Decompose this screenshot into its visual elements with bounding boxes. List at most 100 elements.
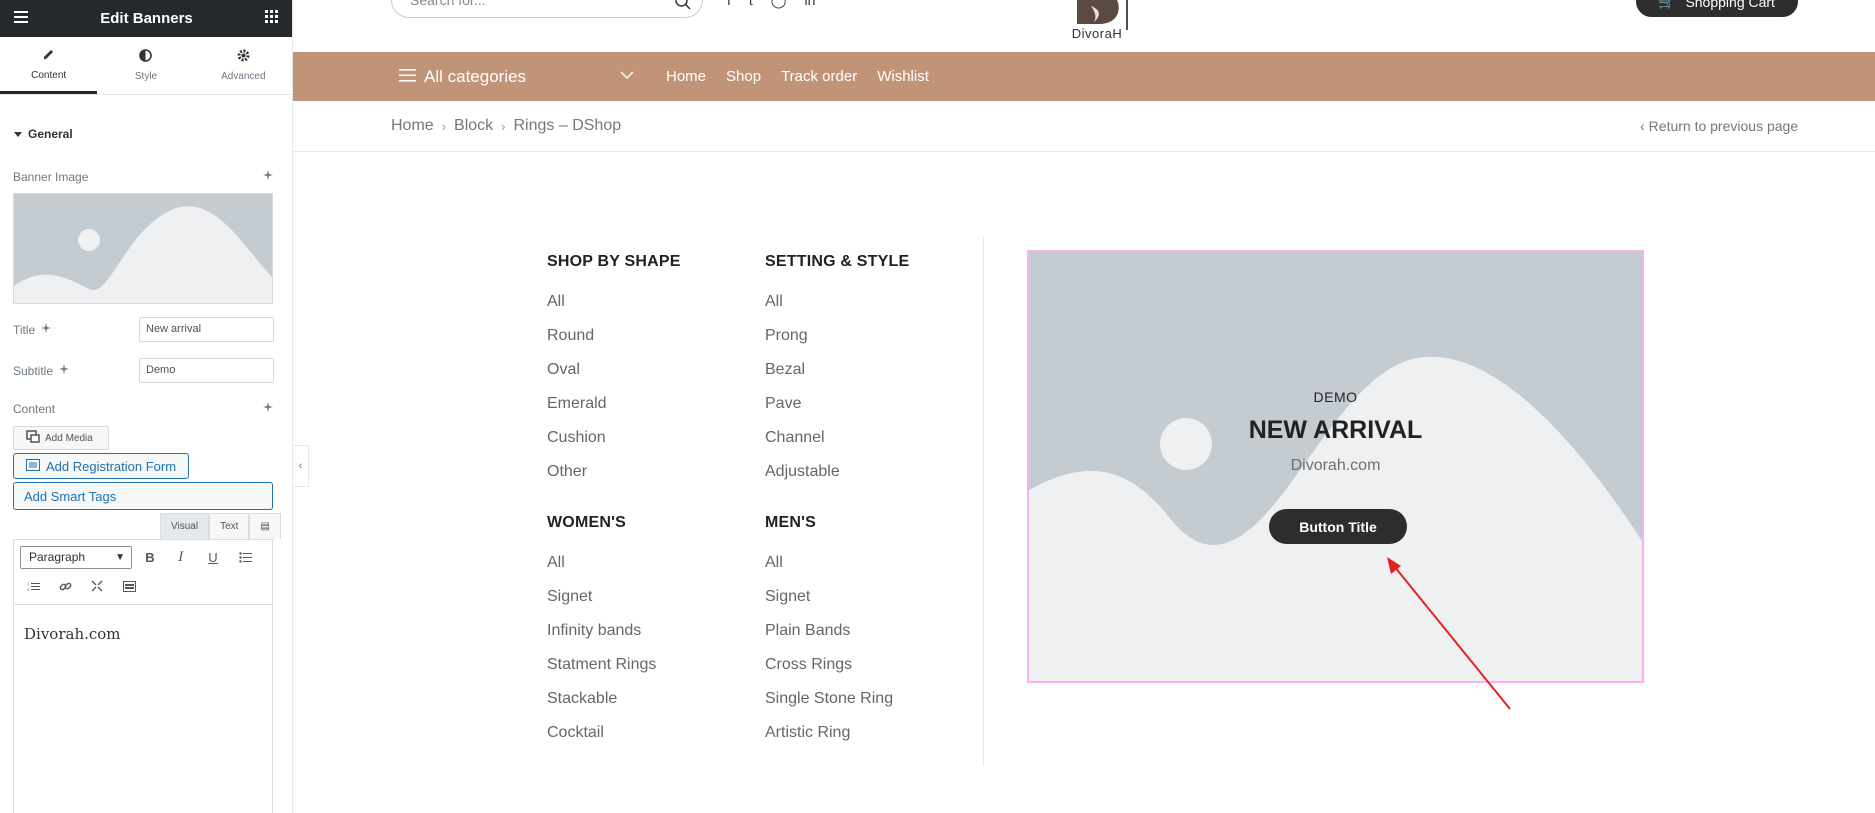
menu-item[interactable]: Plain Bands: [765, 622, 850, 640]
menu-item[interactable]: Cross Rings: [765, 656, 852, 674]
menu-icon: [399, 67, 416, 87]
menu-column-mens: MEN'S All Signet Plain Bands Cross Rings…: [765, 514, 893, 741]
editor-tab-visual[interactable]: Visual: [160, 513, 210, 539]
twitter-icon[interactable]: t: [749, 0, 753, 9]
image-placeholder-icon: [14, 194, 272, 303]
menu-item[interactable]: Pave: [765, 395, 801, 413]
ai-sparkle-icon[interactable]: [262, 400, 274, 418]
half-circle-icon: [139, 49, 153, 65]
banner-widget[interactable]: Demo New arrival Divorah.com Button Titl…: [1027, 250, 1644, 683]
nav-link-home[interactable]: Home: [666, 68, 706, 85]
editor-expand-icon[interactable]: ▤: [249, 513, 281, 539]
nav-links: Home Shop Track order Wishlist: [666, 52, 929, 101]
menu-item[interactable]: All: [547, 554, 565, 572]
subtitle-row: Subtitle Demo: [13, 358, 274, 383]
editor-panel: Edit Banners Content Style Advanced Gene…: [0, 0, 293, 813]
subtitle-input[interactable]: Demo: [139, 358, 274, 383]
editor-tab-text[interactable]: Text: [209, 513, 250, 539]
menu-item[interactable]: Bezal: [765, 361, 805, 379]
add-smart-tags-button[interactable]: Add Smart Tags: [13, 482, 273, 510]
tab-advanced[interactable]: Advanced: [195, 37, 292, 94]
chevron-down-icon[interactable]: [620, 67, 634, 85]
toolbar-toggle-icon[interactable]: [118, 575, 140, 597]
menu-item[interactable]: All: [765, 554, 783, 572]
cart-icon: 🛒: [1658, 0, 1676, 9]
site-logo[interactable]: DivoraH: [1061, 0, 1133, 42]
italic-icon[interactable]: I: [170, 546, 192, 568]
search-icon[interactable]: [674, 0, 692, 23]
menu-heading: MEN'S: [765, 514, 817, 531]
menu-item[interactable]: All: [765, 293, 783, 311]
fullscreen-icon[interactable]: [86, 575, 108, 597]
grid-icon[interactable]: [265, 9, 278, 28]
banner-image-picker[interactable]: [13, 193, 273, 304]
add-media-button[interactable]: Add Media: [13, 426, 109, 450]
chevron-left-icon: ‹: [1640, 118, 1645, 134]
ai-sparkle-icon[interactable]: [58, 362, 70, 380]
menu-item[interactable]: Emerald: [547, 395, 607, 413]
menu-item[interactable]: Adjustable: [765, 463, 840, 481]
menu-item[interactable]: Round: [547, 327, 594, 345]
breadcrumb: Home › Block › Rings – DShop: [391, 101, 621, 151]
menu-column-womens: WOMEN'S All Signet Infinity bands Statme…: [547, 514, 656, 741]
panel-title: Edit Banners: [100, 10, 193, 27]
breadcrumb-bar: Home › Block › Rings – DShop ‹ Return to…: [293, 101, 1875, 152]
return-to-previous-link[interactable]: ‹ Return to previous page: [1640, 101, 1798, 151]
banner-subtitle: Demo: [1313, 389, 1358, 405]
search-input[interactable]: Search for...: [391, 0, 703, 18]
menu-item[interactable]: Signet: [547, 588, 592, 606]
content-label: Content: [13, 402, 56, 416]
format-select[interactable]: Paragraph ▼: [20, 546, 132, 569]
bulleted-list-icon[interactable]: [234, 546, 256, 568]
nav-link-track-order[interactable]: Track order: [781, 68, 857, 85]
menu-item[interactable]: Cushion: [547, 429, 606, 447]
editor-content[interactable]: Divorah.com: [14, 605, 272, 663]
title-label: Title: [13, 322, 36, 337]
all-categories-toggle[interactable]: All categories: [399, 52, 526, 101]
panel-header: Edit Banners: [0, 0, 292, 37]
menu-item[interactable]: Prong: [765, 327, 808, 345]
menu-item[interactable]: Stackable: [547, 690, 617, 708]
nav-link-shop[interactable]: Shop: [726, 68, 761, 85]
nav-link-wishlist[interactable]: Wishlist: [877, 68, 929, 85]
site-header: Search for... f t ◯ in DivoraH 🛒 Shoppin…: [293, 0, 1875, 52]
menu-item[interactable]: All: [547, 293, 565, 311]
tab-style[interactable]: Style: [97, 37, 194, 94]
facebook-icon[interactable]: f: [727, 0, 731, 9]
format-select-value: Paragraph: [29, 550, 86, 564]
banner-button[interactable]: Button Title: [1269, 509, 1407, 544]
caret-down-icon: [14, 127, 22, 141]
tab-content[interactable]: Content: [0, 37, 98, 94]
menu-item[interactable]: Channel: [765, 429, 825, 447]
title-input[interactable]: New arrival: [139, 317, 274, 342]
menu-item[interactable]: Artistic Ring: [765, 724, 850, 742]
menu-item[interactable]: Oval: [547, 361, 580, 379]
title-row: Title New arrival: [13, 317, 274, 342]
underline-icon[interactable]: U: [202, 546, 224, 568]
banner-image-label: Banner Image: [13, 170, 89, 184]
menu-item[interactable]: Signet: [765, 588, 810, 606]
instagram-icon[interactable]: ◯: [771, 0, 787, 9]
breadcrumb-block[interactable]: Block: [454, 117, 493, 135]
linkedin-icon[interactable]: in: [804, 0, 815, 9]
shopping-cart-button[interactable]: 🛒 Shopping Cart: [1636, 0, 1798, 17]
numbered-list-icon[interactable]: 12: [22, 575, 44, 597]
menu-item[interactable]: Infinity bands: [547, 622, 641, 640]
form-icon: [26, 458, 40, 474]
ai-sparkle-icon[interactable]: [40, 321, 52, 339]
add-smart-tags-label: Add Smart Tags: [24, 488, 117, 504]
svg-text:2: 2: [27, 587, 30, 592]
menu-item[interactable]: Cocktail: [547, 724, 604, 742]
menu-item[interactable]: Other: [547, 463, 587, 481]
link-icon[interactable]: [54, 575, 76, 597]
menu-item[interactable]: Statment Rings: [547, 656, 656, 674]
dynamic-tags-icon[interactable]: [262, 168, 274, 186]
tab-advanced-label: Advanced: [221, 71, 266, 82]
hamburger-icon[interactable]: [14, 10, 28, 28]
section-general-toggle[interactable]: General: [14, 127, 292, 141]
menu-item[interactable]: Single Stone Ring: [765, 690, 893, 708]
bold-icon[interactable]: B: [139, 546, 161, 568]
breadcrumb-home[interactable]: Home: [391, 117, 434, 135]
add-registration-form-button[interactable]: Add Registration Form: [13, 453, 189, 479]
return-label: Return to previous page: [1648, 118, 1799, 134]
